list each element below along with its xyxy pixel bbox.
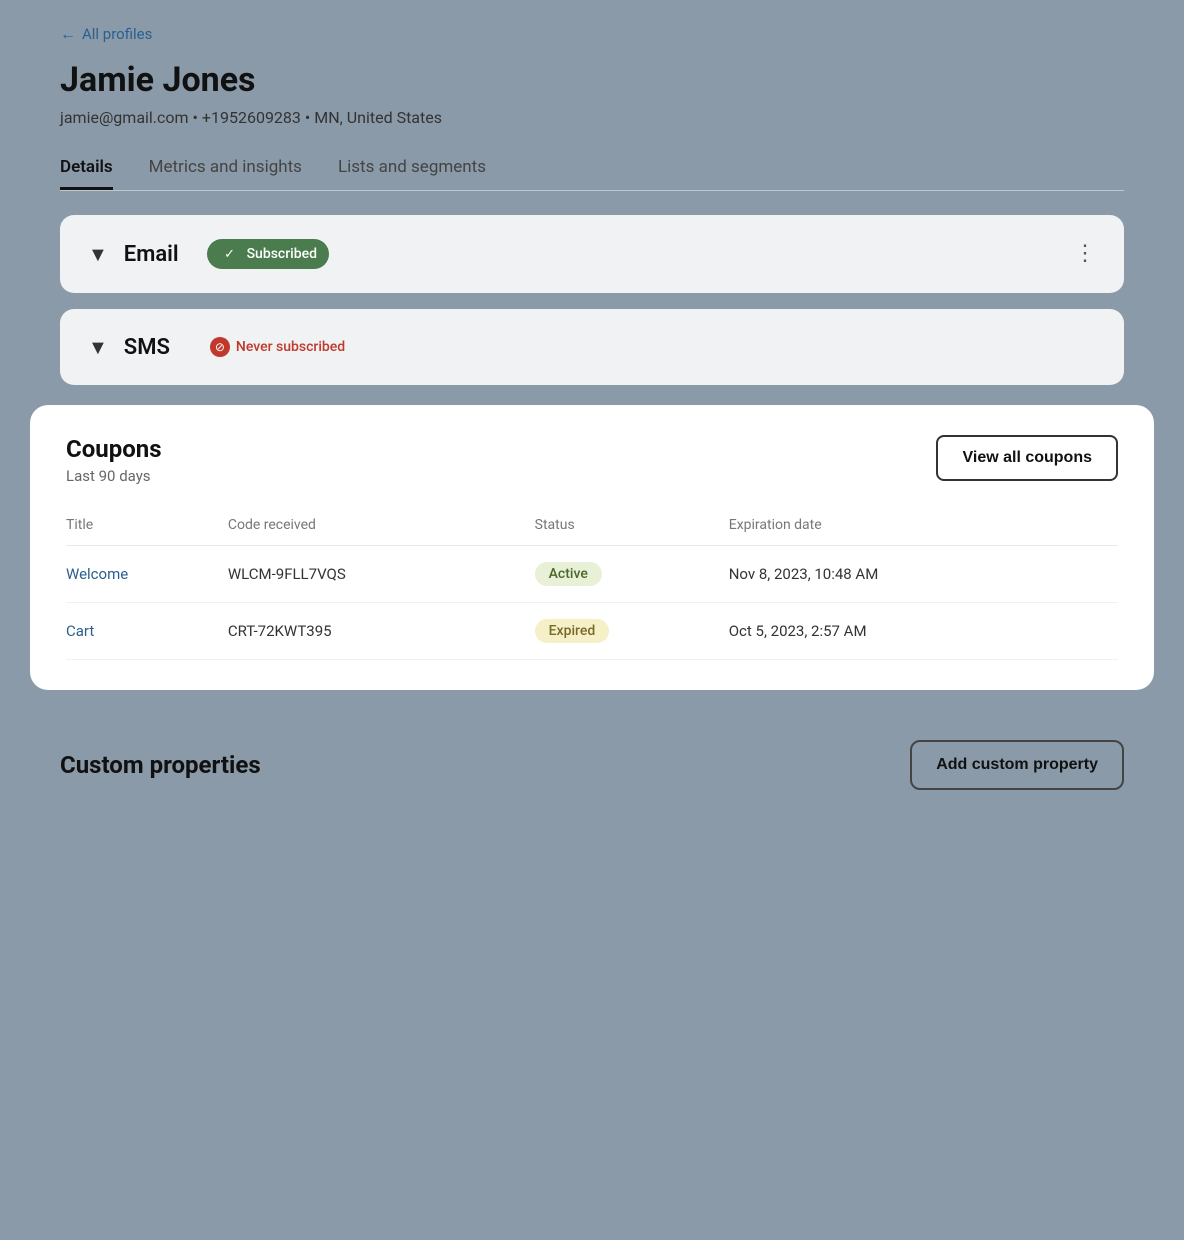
col-expiration: Expiration date bbox=[729, 509, 1118, 546]
coupons-title: Coupons bbox=[66, 435, 162, 463]
cards-section: ▼ Email ✓ Subscribed ⋮ ▼ SMS ⊘ Never sub… bbox=[0, 191, 1184, 385]
table-row: Welcome WLCM-9FLL7VQS Active Nov 8, 2023… bbox=[66, 546, 1118, 603]
coupons-subtitle: Last 90 days bbox=[66, 467, 162, 485]
table-row: Cart CRT-72KWT395 Expired Oct 5, 2023, 2… bbox=[66, 603, 1118, 660]
email-card-title: Email bbox=[124, 242, 179, 267]
email-more-icon[interactable]: ⋮ bbox=[1074, 243, 1096, 265]
coupon-code-welcome: WLCM-9FLL7VQS bbox=[228, 546, 535, 603]
back-label: All profiles bbox=[82, 25, 152, 43]
back-arrow-icon: ← bbox=[60, 24, 76, 44]
coupon-status-cart: Expired bbox=[535, 603, 729, 660]
page-wrapper: ← All profiles Jamie Jones jamie@gmail.c… bbox=[0, 0, 1184, 1240]
sms-subscription-card: ▼ SMS ⊘ Never subscribed bbox=[60, 309, 1124, 385]
add-custom-property-button[interactable]: Add custom property bbox=[910, 740, 1124, 790]
email-badge-label: Subscribed bbox=[247, 246, 317, 262]
col-code: Code received bbox=[228, 509, 535, 546]
coupons-table-header-row: Title Code received Status Expiration da… bbox=[66, 509, 1118, 546]
email-card-left: ▼ Email ✓ Subscribed bbox=[88, 239, 329, 269]
coupon-expiry-welcome: Nov 8, 2023, 10:48 AM bbox=[729, 546, 1118, 603]
status-badge-active: Active bbox=[535, 562, 602, 586]
coupons-title-block: Coupons Last 90 days bbox=[66, 435, 162, 485]
meta-separator-2: • bbox=[305, 108, 314, 127]
meta-separator-1: • bbox=[193, 108, 202, 127]
coupon-title-cart[interactable]: Cart bbox=[66, 622, 94, 640]
coupon-title-welcome[interactable]: Welcome bbox=[66, 565, 128, 583]
profile-meta: jamie@gmail.com • +1952609283 • MN, Unit… bbox=[60, 108, 1124, 127]
profile-phone: +1952609283 bbox=[202, 108, 301, 127]
sms-never-badge: ⊘ Never subscribed bbox=[198, 333, 357, 361]
profile-location: MN, United States bbox=[314, 108, 442, 127]
view-all-coupons-button[interactable]: View all coupons bbox=[936, 435, 1118, 481]
email-subscription-card: ▼ Email ✓ Subscribed ⋮ bbox=[60, 215, 1124, 293]
custom-props-header: Custom properties Add custom property bbox=[60, 740, 1124, 790]
tab-metrics[interactable]: Metrics and insights bbox=[149, 147, 302, 190]
no-icon: ⊘ bbox=[210, 337, 230, 357]
coupons-header: Coupons Last 90 days View all coupons bbox=[66, 435, 1118, 485]
coupon-code-cart: CRT-72KWT395 bbox=[228, 603, 535, 660]
email-subscribed-badge: ✓ Subscribed bbox=[207, 239, 329, 269]
check-icon: ✓ bbox=[219, 243, 241, 265]
profile-email: jamie@gmail.com bbox=[60, 108, 189, 127]
custom-properties-section: Custom properties Add custom property bbox=[0, 710, 1184, 830]
sms-chevron-icon[interactable]: ▼ bbox=[88, 335, 108, 360]
tab-details[interactable]: Details bbox=[60, 147, 113, 190]
col-status: Status bbox=[535, 509, 729, 546]
sms-badge-label: Never subscribed bbox=[236, 339, 345, 355]
sms-card-left: ▼ SMS ⊘ Never subscribed bbox=[88, 333, 357, 361]
custom-props-title: Custom properties bbox=[60, 751, 261, 779]
status-badge-expired: Expired bbox=[535, 619, 610, 643]
tabs-bar: Details Metrics and insights Lists and s… bbox=[60, 147, 1124, 191]
profile-name: Jamie Jones bbox=[60, 60, 1124, 100]
col-title: Title bbox=[66, 509, 228, 546]
coupons-section: Coupons Last 90 days View all coupons Ti… bbox=[30, 405, 1154, 690]
tab-lists[interactable]: Lists and segments bbox=[338, 147, 486, 190]
coupon-expiry-cart: Oct 5, 2023, 2:57 AM bbox=[729, 603, 1118, 660]
coupons-table: Title Code received Status Expiration da… bbox=[66, 509, 1118, 660]
coupon-status-welcome: Active bbox=[535, 546, 729, 603]
email-chevron-icon[interactable]: ▼ bbox=[88, 242, 108, 267]
top-section: ← All profiles Jamie Jones jamie@gmail.c… bbox=[0, 0, 1184, 191]
back-link[interactable]: ← All profiles bbox=[60, 24, 1124, 44]
sms-card-title: SMS bbox=[124, 335, 170, 360]
